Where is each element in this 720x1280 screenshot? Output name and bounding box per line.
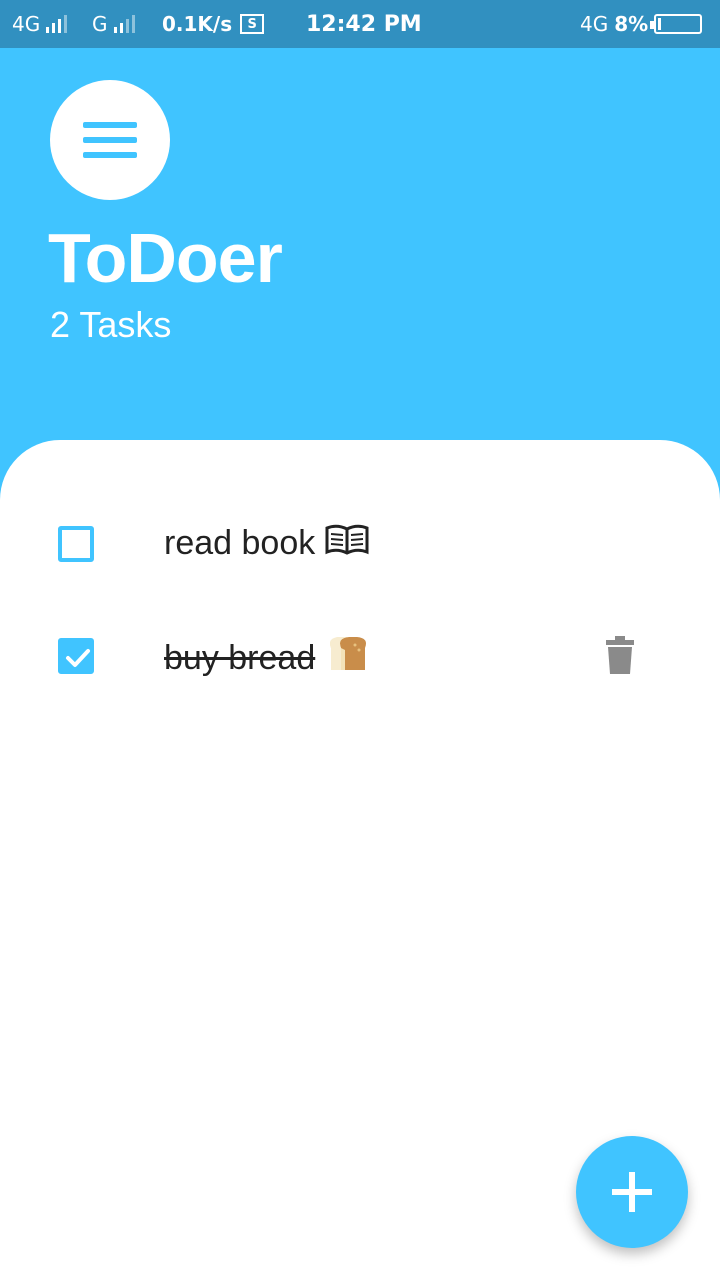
net-speed: 0.1K/s S	[162, 0, 265, 48]
task-item[interactable]: buy bread	[0, 616, 720, 696]
menu-icon	[83, 122, 137, 158]
app-title: ToDoer	[48, 219, 283, 297]
network-indicator-2: G	[92, 0, 135, 48]
status-bar: 4G G 0.1K/s S 12:42 PM 4G 8%	[0, 0, 720, 48]
battery-icon	[650, 14, 703, 34]
header: ToDoer 2 Tasks	[0, 48, 720, 440]
clock: 12:42 PM	[306, 11, 422, 37]
bread-icon	[325, 634, 369, 683]
check-icon	[66, 649, 90, 667]
battery-level	[658, 18, 662, 30]
task-label-text: read book	[164, 524, 316, 562]
battery-percent: 8%	[614, 12, 649, 36]
menu-button[interactable]	[50, 80, 170, 200]
add-task-button[interactable]	[576, 1136, 688, 1248]
network-indicator-1: 4G	[12, 0, 68, 48]
network-label-3: 4G	[580, 12, 609, 36]
screenshot-icon: S	[240, 14, 265, 34]
net-speed-label: 0.1K/s	[162, 12, 233, 36]
task-checkbox[interactable]	[58, 526, 94, 562]
trash-icon	[606, 636, 634, 674]
task-label: buy bread	[164, 634, 369, 683]
plus-icon	[612, 1172, 652, 1212]
battery-area: 4G 8%	[580, 0, 703, 48]
network-label-1: 4G	[12, 12, 41, 36]
task-count: 2 Tasks	[50, 304, 172, 345]
network-label-2: G	[92, 12, 108, 36]
task-label: read book	[164, 522, 369, 565]
task-checkbox-checked[interactable]	[58, 638, 94, 674]
task-label-text: buy bread	[164, 639, 316, 677]
delete-button[interactable]	[606, 636, 634, 674]
signal-icon-2	[113, 15, 135, 33]
task-item[interactable]: read book	[0, 504, 720, 584]
book-icon	[325, 522, 369, 565]
signal-icon-1	[46, 15, 68, 33]
